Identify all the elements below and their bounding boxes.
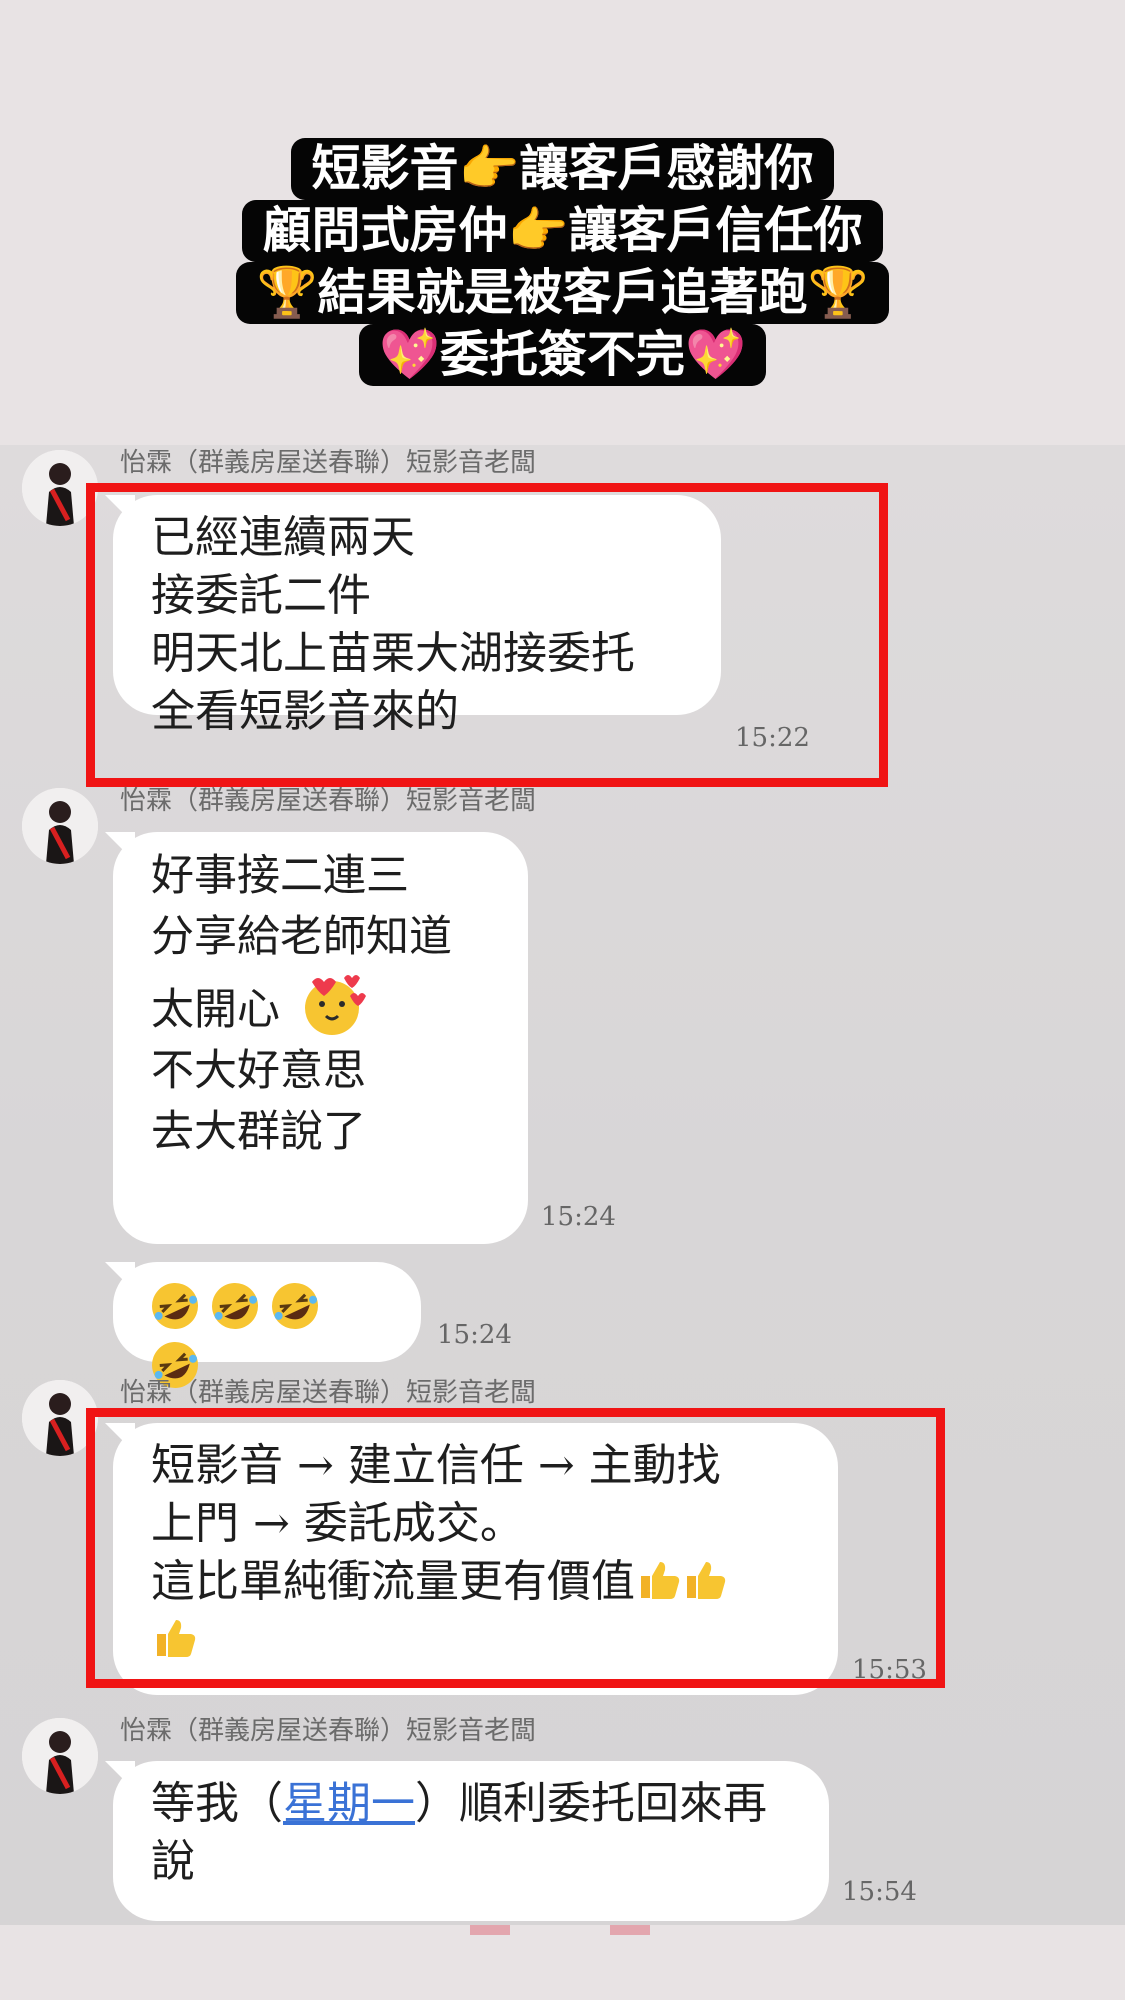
message-text: 等我（ [151, 1778, 283, 1829]
partial-image-strip [610, 1925, 650, 1935]
message-text: 太開心 [151, 985, 280, 1035]
partial-image-strip [470, 1925, 510, 1935]
avatar[interactable] [22, 788, 98, 864]
avatar-photo-icon [22, 1718, 98, 1794]
message-line: 不大好意思 [151, 1046, 366, 1096]
headline-line-2: 顧問式房仲👉讓客戶信任你 [242, 200, 883, 262]
message-time: 15:24 [541, 1202, 616, 1232]
message-line: 分享給老師知道 [151, 912, 452, 962]
highlight-box [86, 483, 888, 787]
rolling-laughing-emoji-icon [212, 1283, 258, 1329]
sender-name: 怡霖（群義房屋送春聯）短影音老闆 [120, 448, 537, 478]
headline-caption: 短影音👉讓客戶感謝你 顧問式房仲👉讓客戶信任你 🏆結果就是被客戶追著跑🏆 💖委托… [0, 138, 1125, 386]
highlight-box [86, 1408, 945, 1688]
bottom-band [0, 1925, 1125, 2000]
message-line-with-link: 等我（星期一）順利委托回來再 [151, 1775, 793, 1833]
sender-name: 怡霖（群義房屋送春聯）短影音老闆 [120, 1716, 537, 1746]
rolling-laughing-emoji-icon [152, 1283, 198, 1329]
date-link[interactable]: 星期一 [283, 1778, 415, 1829]
message-bubble[interactable]: 等我（星期一）順利委托回來再 說 [113, 1761, 829, 1921]
message-text: ）順利委托回來再 [415, 1778, 767, 1829]
sender-name: 怡霖（群義房屋送春聯）短影音老闆 [120, 1378, 537, 1408]
message-line: 說 [151, 1836, 195, 1887]
message-line-with-emoji: 太開心 [151, 968, 492, 1041]
chat-screenshot: 怡霖（群義房屋送春聯）短影音老闆 已經連續兩天 接委託二件 明天北上苗栗大湖接委… [0, 445, 1125, 1925]
message-line: 好事接二連三 [151, 851, 409, 901]
headline-line-1: 短影音👉讓客戶感謝你 [291, 138, 834, 200]
message-time: 15:24 [437, 1320, 512, 1350]
headline-line-3: 🏆結果就是被客戶追著跑🏆 [236, 262, 889, 324]
headline-line-4: 💖委托簽不完💖 [358, 324, 767, 386]
heart-eyes-emoji-icon [304, 975, 366, 1035]
rolling-laughing-emoji-icon [272, 1283, 318, 1329]
message-time: 15:54 [842, 1877, 917, 1907]
message-line: 去大群說了 [151, 1107, 366, 1157]
avatar-photo-icon [22, 788, 98, 864]
sender-name: 怡霖（群義房屋送春聯）短影音老闆 [120, 786, 537, 816]
avatar[interactable] [22, 1718, 98, 1794]
message-bubble[interactable]: 好事接二連三 分享給老師知道 太開心 不大好意思 去大群說了 [113, 832, 528, 1244]
message-bubble[interactable] [113, 1262, 421, 1388]
